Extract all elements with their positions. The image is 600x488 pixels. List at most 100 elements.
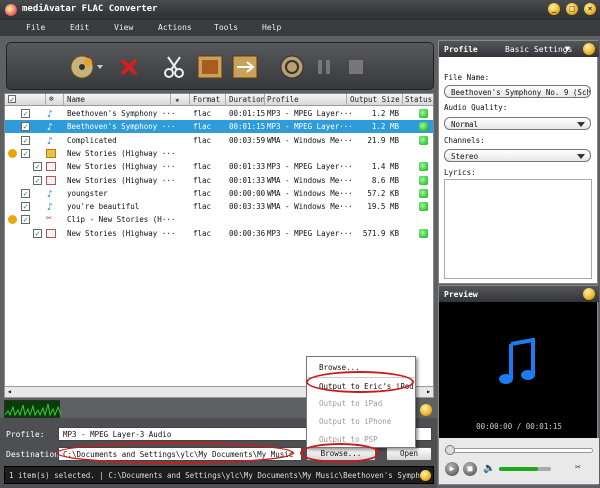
stop-preview-button[interactable]: ■ <box>463 462 477 476</box>
file-name-input[interactable]: Beethoven's Symphony No. 9 (Sche <box>444 85 591 98</box>
convert-icon <box>280 55 304 79</box>
table-row[interactable]: ✓ ♪ Complicated flac 00:03:59 WMA - Windows M… <box>5 134 433 147</box>
table-row[interactable]: ✓ ♪ Beethoven's Symphony ··· flac 00:01:15 MP… <box>5 120 433 134</box>
status-ok-icon <box>419 202 428 212</box>
status-ok-icon <box>419 135 428 145</box>
row-checkbox[interactable]: ✓ <box>33 162 42 172</box>
channels-value: Stereo <box>451 152 479 161</box>
chevron-down-icon[interactable]: ▼ <box>565 44 570 53</box>
clip-button[interactable] <box>162 54 188 80</box>
basic-settings-dropdown[interactable]: Basic Settings <box>505 45 572 54</box>
column-duration[interactable]: Duration <box>229 95 265 104</box>
table-row[interactable]: ✓ ♪ youngster flac 00:00:00 WMA - Windows Me·… <box>5 187 433 200</box>
ipod-option-highlight <box>306 371 414 393</box>
row-checkbox[interactable]: ✓ <box>21 135 30 145</box>
toolbar <box>6 42 434 90</box>
convert-button[interactable] <box>279 54 305 80</box>
pause-icon <box>318 60 330 74</box>
row-output-size: 1.4 MB <box>371 162 399 172</box>
row-format: flac <box>193 228 212 238</box>
row-checkbox[interactable]: ✓ <box>33 175 42 185</box>
expand-icon[interactable] <box>8 215 17 225</box>
row-checkbox[interactable]: ✓ <box>21 122 30 132</box>
column-name[interactable]: Name <box>67 95 85 104</box>
pause-button[interactable] <box>311 54 337 80</box>
table-row[interactable]: ✓ New Stories (Highway ··· <box>5 147 433 160</box>
maximize-button[interactable]: □ <box>566 3 578 15</box>
chevron-down-icon <box>577 154 585 159</box>
preview-toggle-icon[interactable] <box>583 288 595 300</box>
add-file-button[interactable] <box>69 54 95 80</box>
destination-label: Destination: <box>6 450 64 459</box>
table-row[interactable]: ✓ New Stories (Highway ··· flac 00:01:33 WMA… <box>5 174 433 187</box>
stop-icon <box>349 60 363 74</box>
audio-waveform <box>4 400 62 418</box>
scissors-icon <box>164 56 184 78</box>
menu-edit[interactable]: Edit <box>70 23 89 32</box>
scroll-right-icon[interactable]: ▸ <box>426 387 431 396</box>
stop-button[interactable] <box>343 54 369 80</box>
volume-icon[interactable]: 🔈 <box>483 463 495 474</box>
menu-actions[interactable]: Actions <box>158 23 192 32</box>
status-column-icon: ⊗ <box>49 94 54 103</box>
title-bar: mediAvatar FLAC Converter _ □ × <box>0 0 600 20</box>
row-checkbox[interactable]: ✓ <box>21 148 30 158</box>
browse-dropdown-menu: Browse... Output to Eric's iPod Output to … <box>306 356 416 448</box>
settings-gear-icon[interactable] <box>420 404 432 416</box>
audio-quality-select[interactable]: Normal <box>444 117 591 130</box>
merge-button[interactable] <box>232 54 258 80</box>
effect-button[interactable] <box>197 54 223 80</box>
menu-help[interactable]: Help <box>262 23 281 32</box>
seek-handle[interactable] <box>445 445 455 455</box>
row-name: Beethoven's Symphony ··· <box>67 122 176 132</box>
channels-select[interactable]: Stereo <box>444 149 591 162</box>
file-list[interactable]: ✓ ⊗ Name ★ Format Duration Profile Outpu… <box>4 93 434 398</box>
disc-add-icon <box>70 55 94 79</box>
row-checkbox[interactable]: ✓ <box>21 188 30 198</box>
video-icon <box>46 175 56 185</box>
table-row[interactable]: ✓ ♪ Beethoven's Symphony ··· flac 00:01:15 MP… <box>5 107 433 120</box>
chevron-down-icon[interactable] <box>97 65 103 69</box>
select-all-checkbox[interactable]: ✓ <box>8 95 16 103</box>
play-button[interactable]: ▶ <box>445 462 459 476</box>
preview-title: Preview <box>444 290 478 299</box>
row-checkbox[interactable]: ✓ <box>21 109 30 118</box>
seek-bar[interactable] <box>445 448 593 453</box>
close-button[interactable]: × <box>584 3 596 15</box>
column-status[interactable]: Status <box>405 95 432 104</box>
row-output-size: 571.9 KB <box>362 228 399 238</box>
expand-icon[interactable] <box>8 148 17 158</box>
log-icon[interactable] <box>420 470 431 481</box>
music-note-icon: ♪ <box>47 109 54 120</box>
volume-slider[interactable] <box>499 467 551 471</box>
row-duration: 00:00:36 <box>229 228 266 238</box>
column-output-size[interactable]: Output Size <box>350 95 400 104</box>
row-checkbox[interactable]: ✓ <box>33 228 42 238</box>
status-ok-icon <box>419 175 428 185</box>
remove-button[interactable] <box>116 54 142 80</box>
preview-header: Preview <box>439 286 599 302</box>
menu-file[interactable]: File <box>26 23 45 32</box>
lyrics-textarea[interactable] <box>444 179 592 279</box>
column-format[interactable]: Format <box>193 95 220 104</box>
scroll-left-icon[interactable]: ◂ <box>7 387 12 396</box>
status-text: 1 item(s) selected. | C:\Documents and S… <box>9 471 421 480</box>
minimize-button[interactable]: _ <box>548 3 560 15</box>
column-profile[interactable]: Profile <box>267 95 299 104</box>
row-checkbox[interactable]: ✓ <box>21 215 30 225</box>
table-row[interactable]: ✓ ✂ Clip - New Stories (H··· <box>5 213 433 226</box>
row-output-size: 57.2 KB <box>367 188 399 198</box>
menu-view[interactable]: View <box>114 23 133 32</box>
status-ok-icon <box>419 188 428 198</box>
snapshot-icon[interactable]: ✂ <box>575 462 581 473</box>
panel-next-icon[interactable] <box>583 43 595 55</box>
row-name: New Stories (Highway ··· <box>67 175 176 185</box>
audio-quality-label: Audio Quality: <box>444 103 508 112</box>
menu-tools[interactable]: Tools <box>214 23 238 32</box>
table-row[interactable]: ✓ New Stories (Highway ··· flac 00:00:36 MP3… <box>5 227 433 240</box>
row-name: Clip - New Stories (H··· <box>67 215 176 225</box>
table-row[interactable]: ✓ ♪ you're beautiful flac 00:03:33 WMA - Wind… <box>5 200 433 213</box>
open-button[interactable]: Open <box>386 447 432 461</box>
table-row[interactable]: ✓ New Stories (Highway ··· flac 00:01:33 MP3… <box>5 160 433 173</box>
row-checkbox[interactable]: ✓ <box>21 202 30 212</box>
